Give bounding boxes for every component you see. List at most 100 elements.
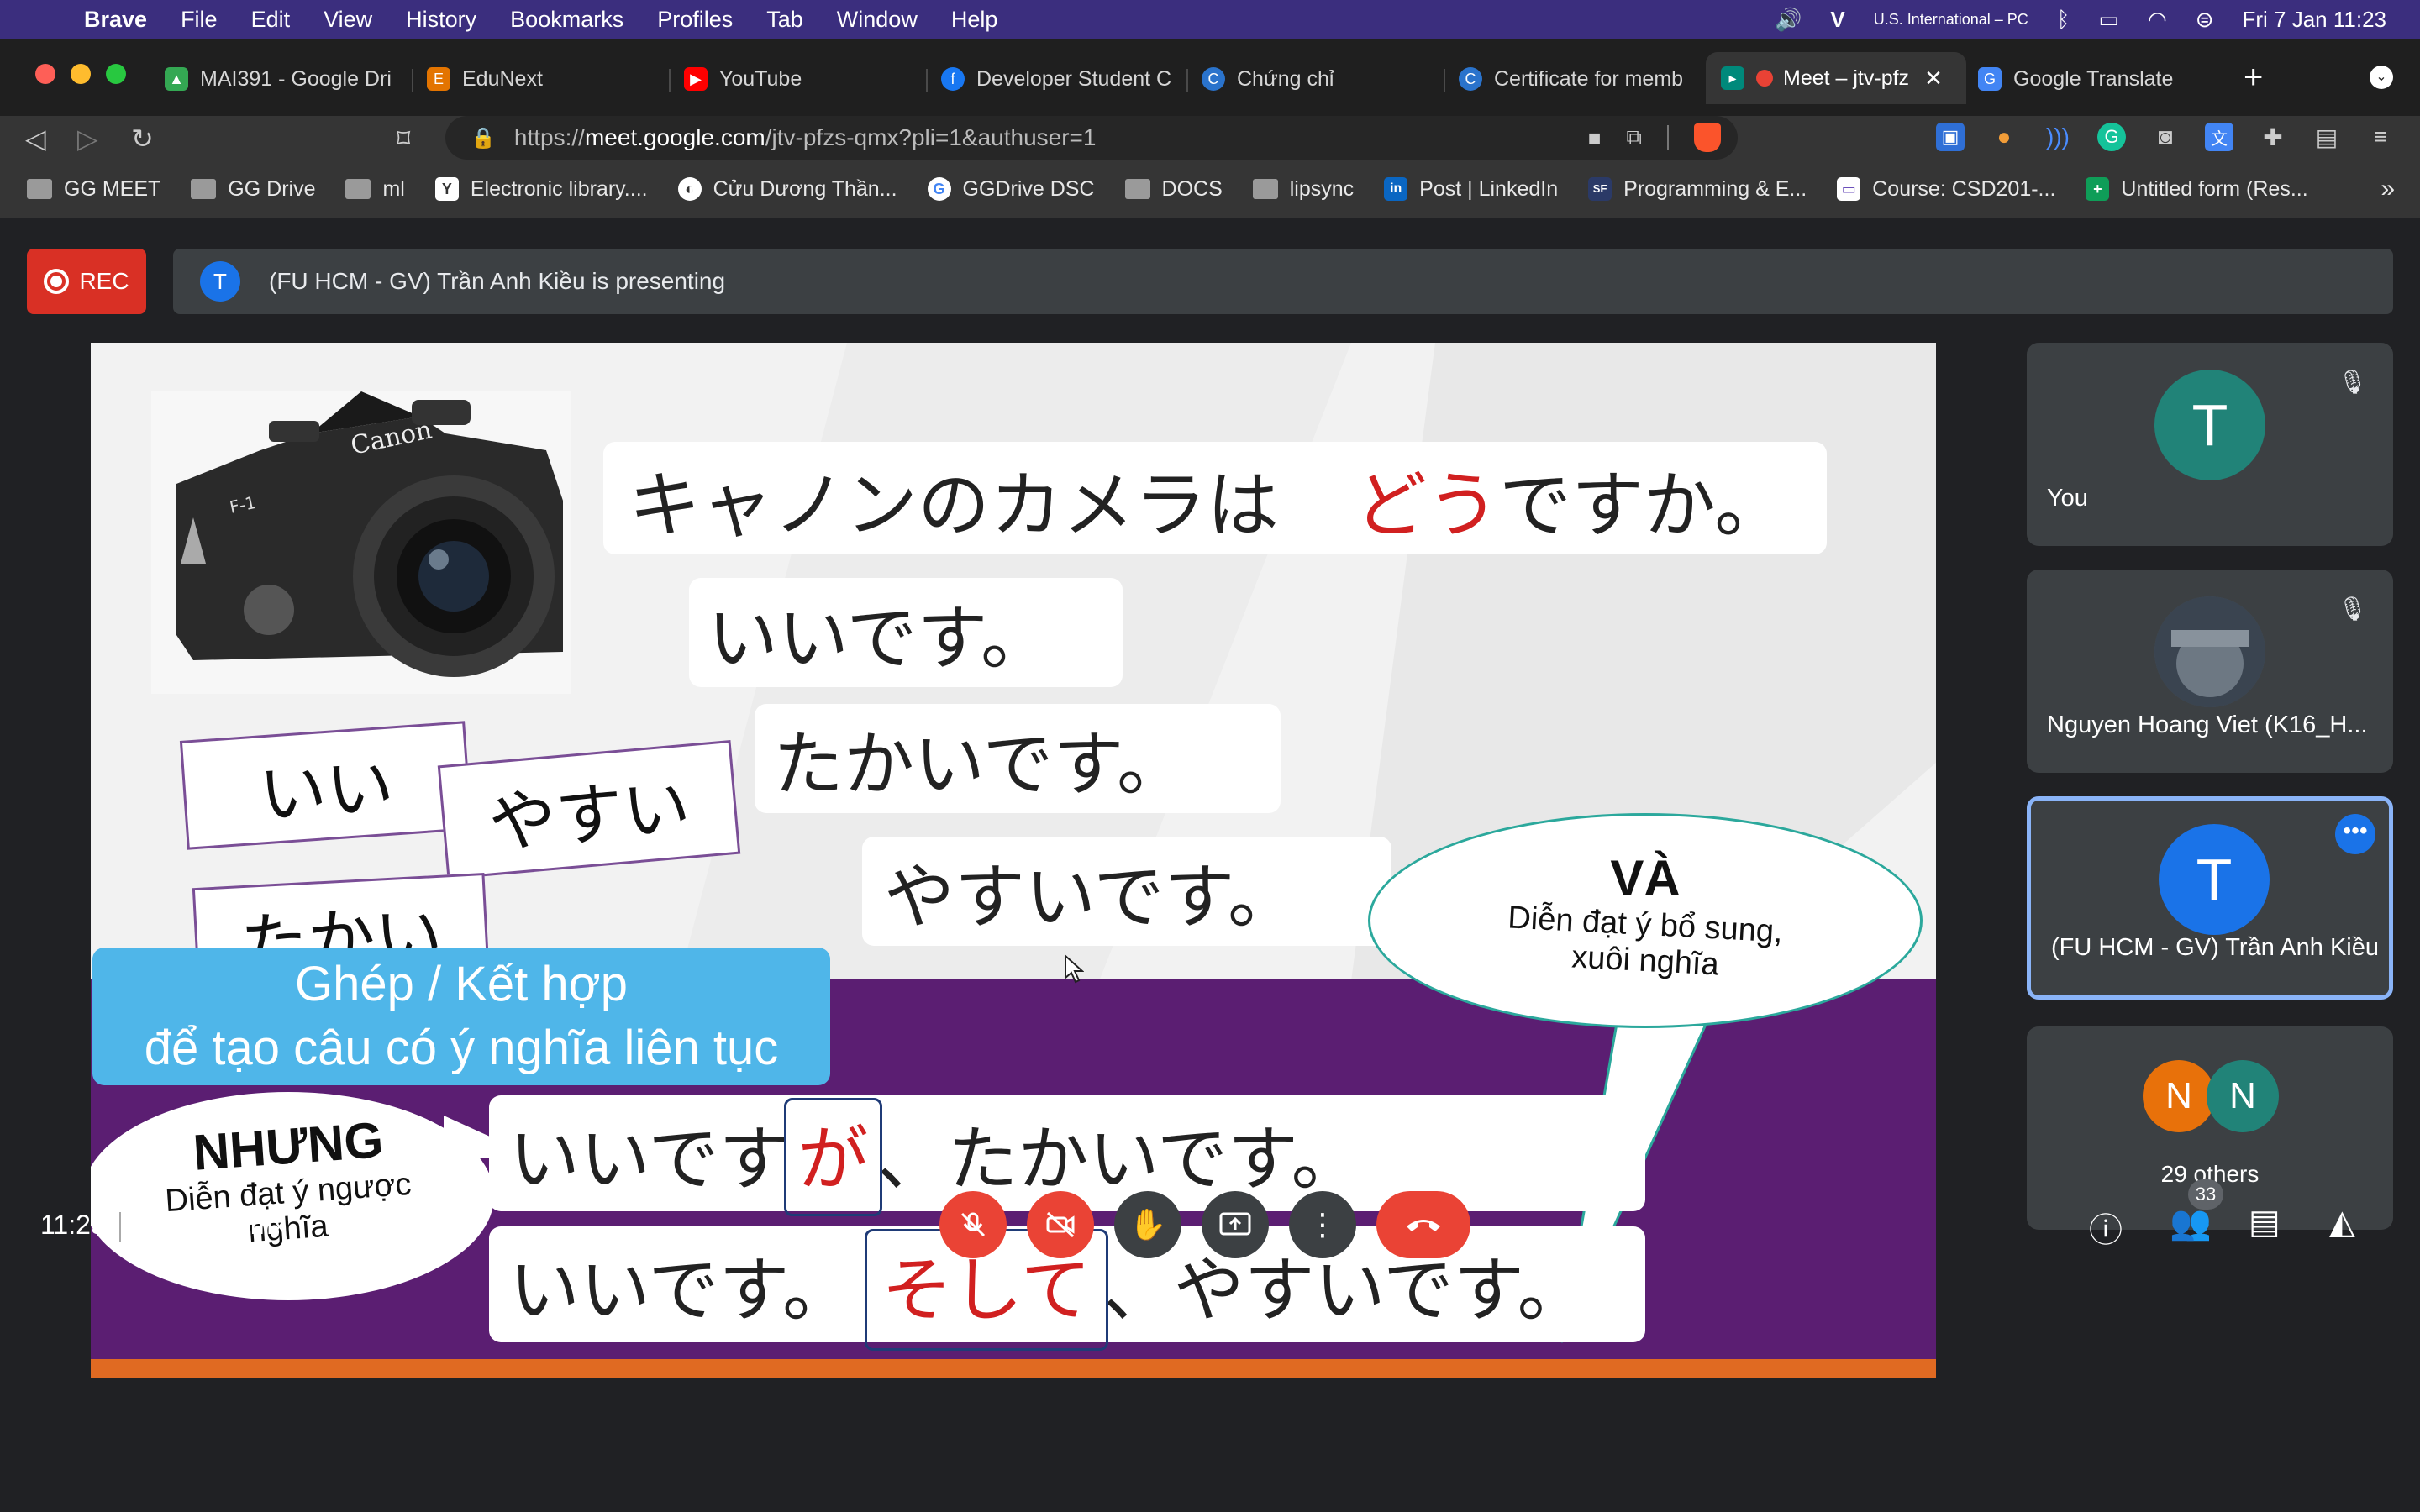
- participant-tile-you[interactable]: T 🎙 You: [2027, 343, 2393, 546]
- tab-search-icon[interactable]: ⌄: [2370, 66, 2393, 89]
- bookmark-cuu-duong[interactable]: ◐ Cửu Dương Thần...: [677, 177, 897, 202]
- browser-toolbar: ◁ ▷ ↻ ⌑ 🔒 https://meet.google.com/jtv-pf…: [0, 116, 2420, 160]
- combine-subtitle: để tạo câu có ý nghĩa liên tục: [144, 1021, 779, 1075]
- camera-in-use-icon[interactable]: ■: [1588, 125, 1602, 151]
- menu-help[interactable]: Help: [951, 7, 998, 33]
- extensions-puzzle-icon[interactable]: ✚: [2259, 123, 2287, 151]
- battery-icon[interactable]: ▭: [2098, 7, 2119, 33]
- extension-screenshot-icon[interactable]: ◙: [2151, 123, 2180, 151]
- present-screen-icon: [1219, 1212, 1251, 1236]
- chat-icon[interactable]: ▤: [2249, 1203, 2281, 1242]
- bookmark-label: GG MEET: [64, 176, 161, 201]
- menu-window[interactable]: Window: [837, 7, 918, 33]
- bookmark-electronic-library[interactable]: Y Electronic library....: [434, 177, 648, 202]
- present-now-button[interactable]: [1202, 1191, 1269, 1258]
- wifi-icon[interactable]: ◠: [2148, 7, 2167, 33]
- bluetooth-icon[interactable]: ᛒ: [2057, 7, 2070, 33]
- macos-menu-bar: Brave File Edit View History Bookmarks P…: [0, 0, 2420, 39]
- participant-tile-nguyen-hoang-viet[interactable]: 🎙 Nguyen Hoang Viet (K16_H...: [2027, 570, 2393, 773]
- tab-developer-student[interactable]: f Developer Student C: [941, 57, 1180, 101]
- recording-indicator[interactable]: REC: [27, 249, 146, 314]
- menu-history[interactable]: History: [406, 7, 476, 33]
- answer-expensive-text: たかいです。: [773, 722, 1188, 806]
- menu-edit[interactable]: Edit: [251, 7, 291, 33]
- meeting-details-icon[interactable]: ⓘ: [2089, 1203, 2123, 1252]
- wallet-icon[interactable]: ▤: [2312, 123, 2341, 151]
- camera-toggle-button[interactable]: [1027, 1191, 1094, 1258]
- bookmark-label: GGDrive DSC: [962, 176, 1095, 201]
- bookmark-folder-gg-drive[interactable]: GG Drive: [191, 177, 315, 202]
- more-options-button[interactable]: ⋮: [1289, 1191, 1356, 1258]
- youtube-icon: ▶: [684, 67, 708, 91]
- bookmark-linkedin[interactable]: in Post | LinkedIn: [1384, 177, 1558, 202]
- omnibox-divider: [1667, 125, 1669, 150]
- menu-file[interactable]: File: [181, 7, 218, 33]
- brave-shields-icon[interactable]: [1694, 123, 1721, 152]
- mic-toggle-button[interactable]: [939, 1191, 1007, 1258]
- reload-button[interactable]: ↻: [131, 123, 154, 155]
- menu-view[interactable]: View: [324, 7, 372, 33]
- bookmark-programming[interactable]: SF Programming & E...: [1588, 177, 1807, 202]
- tab-chung-chi[interactable]: C Chứng chỉ: [1202, 57, 1437, 101]
- bookmark-folder-docs[interactable]: DOCS: [1124, 176, 1223, 202]
- activities-icon[interactable]: ◭: [2329, 1203, 2355, 1242]
- bookmark-course-csd201[interactable]: ▭ Course: CSD201-...: [1837, 177, 2055, 202]
- volume-icon[interactable]: 🔊: [1775, 7, 1802, 33]
- participant-photo-avatar: [2154, 596, 2265, 707]
- folder-icon: [27, 179, 52, 199]
- participant-tile-presenter[interactable]: T ••• (FU HCM - GV) Trần Anh Kiều: [2027, 796, 2393, 1000]
- mic-off-icon: [960, 1212, 986, 1237]
- tab-title: YouTube: [719, 66, 802, 91]
- bookmark-label: lipsync: [1289, 176, 1355, 201]
- tab-certificate[interactable]: C Certificate for memb: [1459, 57, 1696, 101]
- control-center-icon[interactable]: ⊜: [2196, 7, 2214, 33]
- lock-icon[interactable]: 🔒: [471, 126, 496, 150]
- vivid-icon[interactable]: V: [1830, 7, 1844, 33]
- extension-translate-icon[interactable]: 文: [2205, 123, 2233, 151]
- tab-google-meet[interactable]: ▸ Meet – jtv-pfz ✕: [1706, 52, 1966, 104]
- zoom-window-button[interactable]: [106, 64, 126, 84]
- tab-mai391[interactable]: ▲ MAI391 - Google Dri: [165, 57, 407, 101]
- bookmark-label: DOCS: [1161, 176, 1223, 201]
- menu-app-name[interactable]: Brave: [84, 7, 147, 33]
- bookmark-folder-ml[interactable]: ml: [345, 177, 405, 202]
- forward-button[interactable]: ▷: [77, 123, 98, 155]
- leave-call-button[interactable]: [1376, 1191, 1470, 1258]
- tab-google-translate[interactable]: G Google Translate: [1978, 57, 2222, 101]
- bookmark-ggdrive-dsc[interactable]: G GGDrive DSC: [927, 176, 1095, 202]
- raise-hand-button[interactable]: ✋: [1114, 1191, 1181, 1258]
- more-options-icon[interactable]: •••: [2335, 814, 2375, 854]
- close-tab-icon[interactable]: ✕: [1924, 66, 1943, 92]
- close-window-button[interactable]: [35, 64, 55, 84]
- new-tab-button[interactable]: +: [2244, 59, 2263, 97]
- bookmark-folder-lipsync[interactable]: lipsync: [1252, 176, 1355, 202]
- address-bar[interactable]: 🔒 https://meet.google.com/jtv-pfzs-qmx?p…: [445, 116, 1738, 160]
- tab-youtube[interactable]: ▶ YouTube: [684, 57, 919, 101]
- extension-sound-icon[interactable]: ))): [2044, 123, 2072, 151]
- open-external-icon[interactable]: ⧉: [1626, 124, 1642, 151]
- minimize-window-button[interactable]: [71, 64, 91, 84]
- answer-expensive-box: たかいです。: [755, 704, 1281, 813]
- extension-grammarly-icon[interactable]: G: [2097, 123, 2126, 151]
- browser-menu-icon[interactable]: ≡: [2366, 123, 2395, 151]
- keyboard-input-menu[interactable]: U.S. International – PC: [1874, 11, 2028, 29]
- presenter-avatar: T: [200, 261, 240, 302]
- menu-bookmarks[interactable]: Bookmarks: [510, 7, 623, 33]
- bookmark-icon[interactable]: ⌑: [397, 123, 410, 155]
- meet-window: REC T (FU HCM - GV) Trần Anh Kiều is pre…: [0, 218, 2420, 1512]
- back-button[interactable]: ◁: [25, 123, 46, 155]
- tab-title: Google Translate: [2013, 66, 2174, 91]
- clock[interactable]: Fri 7 Jan 11:23: [2242, 7, 2386, 33]
- menu-tab[interactable]: Tab: [766, 7, 803, 33]
- menu-profiles[interactable]: Profiles: [657, 7, 733, 33]
- extension-honey-icon[interactable]: ●: [1990, 123, 2018, 151]
- bookmark-label: Programming & E...: [1623, 176, 1807, 201]
- more-bookmarks-icon[interactable]: »: [2381, 175, 2395, 203]
- url-host: meet.google.com: [584, 124, 765, 150]
- extension-pocket-icon[interactable]: ▣: [1936, 123, 1965, 151]
- bookmark-untitled-form[interactable]: + Untitled form (Res...: [2086, 177, 2308, 202]
- answer-cheap-text: やすいです。: [884, 855, 1299, 938]
- bookmark-folder-gg-meet[interactable]: GG MEET: [27, 177, 160, 202]
- tab-edunext[interactable]: E EduNext: [427, 57, 662, 101]
- facebook-icon: f: [941, 67, 965, 91]
